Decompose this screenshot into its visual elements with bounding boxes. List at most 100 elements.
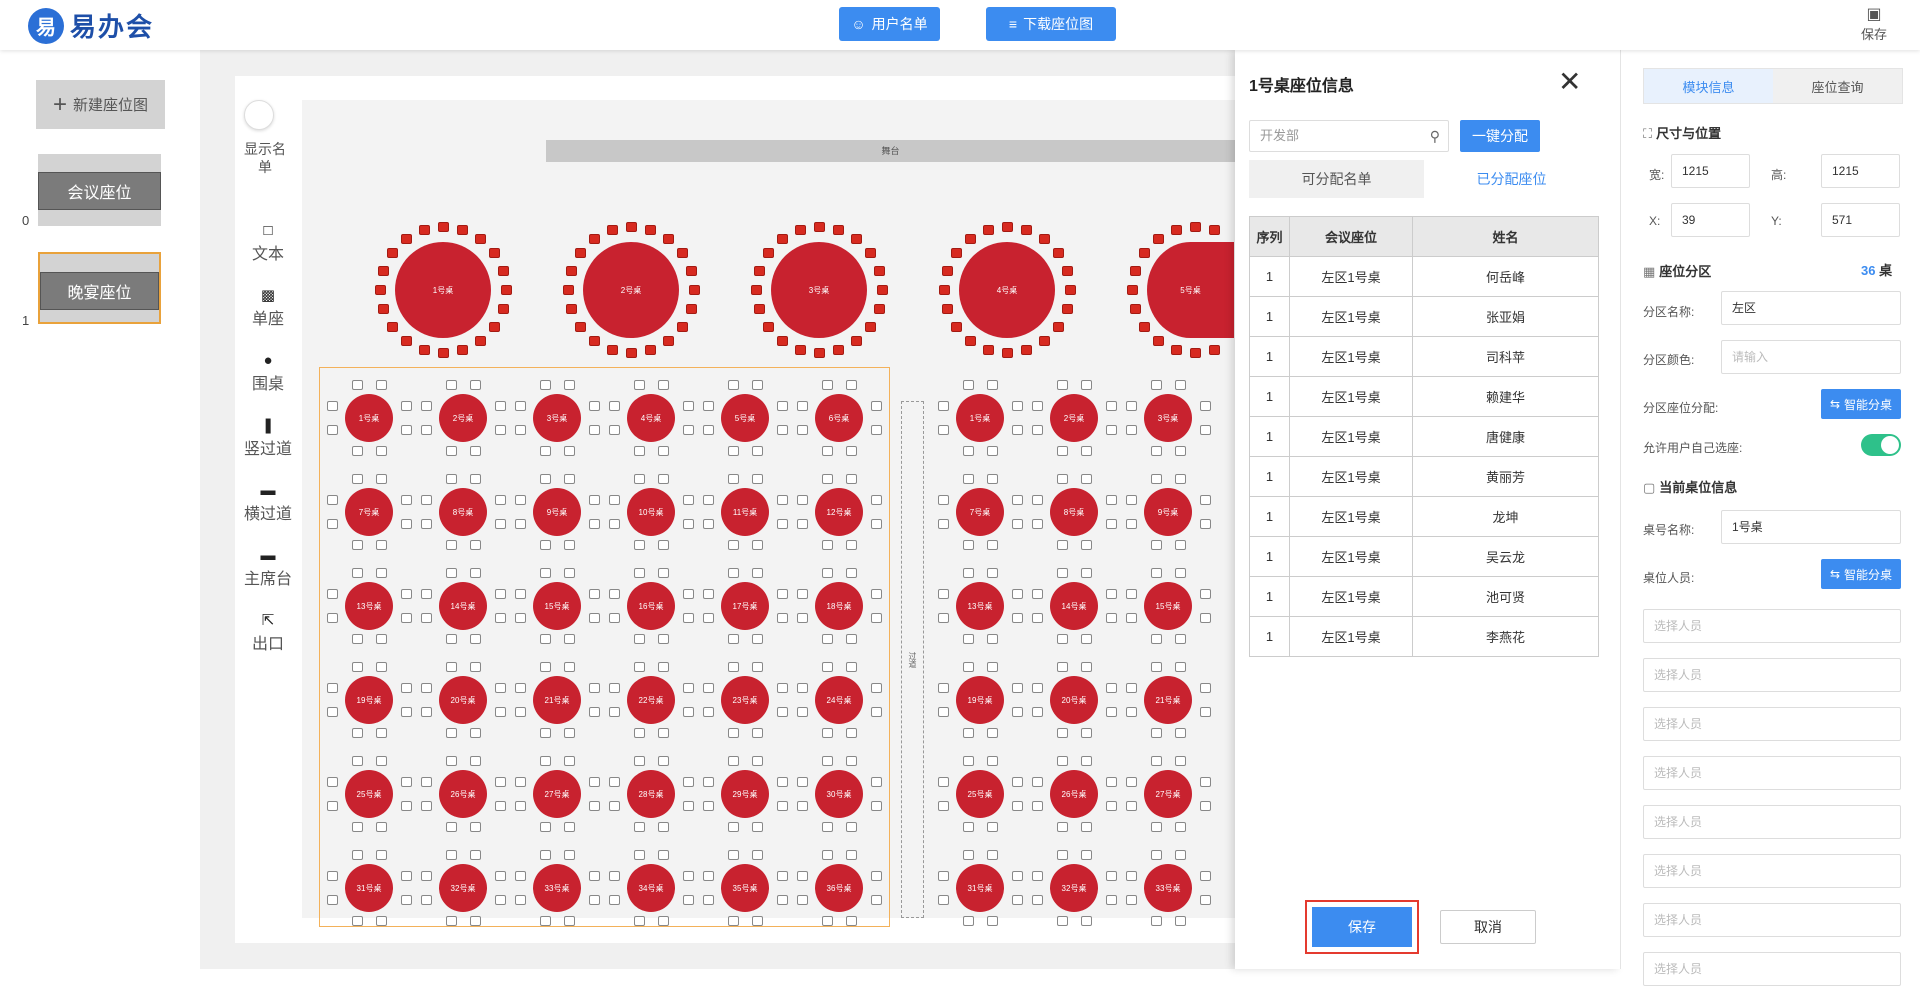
chair[interactable] — [873, 304, 885, 315]
chair[interactable] — [327, 895, 338, 905]
chair[interactable] — [938, 495, 949, 505]
chair[interactable] — [987, 850, 998, 860]
chair[interactable] — [797, 801, 808, 811]
chair[interactable] — [1126, 895, 1137, 905]
chair[interactable] — [634, 540, 645, 550]
chair[interactable] — [470, 662, 481, 672]
chair[interactable] — [689, 285, 700, 295]
chair[interactable] — [728, 634, 739, 644]
chair[interactable] — [352, 568, 363, 578]
chair[interactable] — [685, 304, 697, 315]
round-table[interactable]: 2号桌 — [1050, 394, 1098, 442]
chair[interactable] — [589, 401, 600, 411]
chair[interactable] — [1130, 265, 1142, 276]
chair[interactable] — [658, 634, 669, 644]
round-table[interactable]: 18号桌 — [815, 582, 863, 630]
chair[interactable] — [1106, 589, 1117, 599]
chair[interactable] — [352, 756, 363, 766]
chair[interactable] — [658, 850, 669, 860]
y-input[interactable]: 571 — [1821, 203, 1900, 237]
table-name-input[interactable]: 1号桌 — [1721, 510, 1901, 544]
chair[interactable] — [703, 519, 714, 529]
chair[interactable] — [515, 401, 526, 411]
table-smart-assign-button[interactable]: ⇆ 智能分桌 — [1821, 559, 1901, 589]
chair[interactable] — [871, 895, 882, 905]
chair[interactable] — [470, 568, 481, 578]
round-table[interactable]: 19号桌 — [345, 676, 393, 724]
chair[interactable] — [418, 344, 430, 355]
chair[interactable] — [609, 519, 620, 529]
chair[interactable] — [634, 850, 645, 860]
chair[interactable] — [833, 344, 845, 355]
chair[interactable] — [540, 662, 551, 672]
chair[interactable] — [634, 446, 645, 456]
chair[interactable] — [564, 662, 575, 672]
chair[interactable] — [401, 425, 412, 435]
chair[interactable] — [352, 662, 363, 672]
chair[interactable] — [1175, 380, 1186, 390]
chair[interactable] — [1106, 495, 1117, 505]
chair[interactable] — [421, 425, 432, 435]
chair[interactable] — [575, 322, 587, 333]
chair[interactable] — [634, 474, 645, 484]
chair[interactable] — [645, 225, 657, 236]
chair[interactable] — [564, 540, 575, 550]
chair[interactable] — [1175, 540, 1186, 550]
chair[interactable] — [421, 895, 432, 905]
chair[interactable] — [421, 707, 432, 717]
chair[interactable] — [589, 425, 600, 435]
chair[interactable] — [822, 380, 833, 390]
chair[interactable] — [683, 613, 694, 623]
chair[interactable] — [871, 589, 882, 599]
chair[interactable] — [606, 225, 618, 236]
chair[interactable] — [1002, 348, 1013, 358]
chair[interactable] — [658, 380, 669, 390]
chair[interactable] — [1126, 519, 1137, 529]
round-table[interactable]: 31号桌 — [345, 864, 393, 912]
chair[interactable] — [797, 613, 808, 623]
chair[interactable] — [609, 401, 620, 411]
chair[interactable] — [1152, 335, 1164, 346]
chair[interactable] — [871, 777, 882, 787]
chair[interactable] — [1052, 247, 1064, 258]
chair[interactable] — [1175, 728, 1186, 738]
person-select[interactable]: 选择人员 — [1643, 854, 1901, 888]
round-table[interactable]: 23号桌 — [721, 676, 769, 724]
chair[interactable] — [846, 728, 857, 738]
chair[interactable] — [421, 495, 432, 505]
person-select[interactable]: 选择人员 — [1643, 707, 1901, 741]
department-search-input[interactable]: 开发部 ⚲ — [1249, 120, 1449, 152]
tool-podium[interactable]: ▬ 主席台 — [240, 547, 296, 589]
chair[interactable] — [588, 234, 600, 245]
chair[interactable] — [589, 895, 600, 905]
chair[interactable] — [871, 613, 882, 623]
chair[interactable] — [777, 613, 788, 623]
chair[interactable] — [658, 728, 669, 738]
chair[interactable] — [540, 380, 551, 390]
chair[interactable] — [963, 540, 974, 550]
chair[interactable] — [777, 589, 788, 599]
round-table[interactable]: 3号桌 — [1144, 394, 1192, 442]
chair[interactable] — [376, 446, 387, 456]
round-table[interactable]: 6号桌 — [815, 394, 863, 442]
chair[interactable] — [851, 234, 863, 245]
chair[interactable] — [683, 777, 694, 787]
chair[interactable] — [589, 801, 600, 811]
chair[interactable] — [1032, 871, 1043, 881]
round-table[interactable]: 13号桌 — [345, 582, 393, 630]
chair[interactable] — [470, 822, 481, 832]
chair[interactable] — [609, 683, 620, 693]
chair[interactable] — [1012, 495, 1023, 505]
chair[interactable] — [658, 568, 669, 578]
round-table[interactable]: 27号桌 — [533, 770, 581, 818]
logo[interactable]: 易 易办会 — [28, 7, 154, 44]
chair[interactable] — [871, 425, 882, 435]
chair[interactable] — [797, 401, 808, 411]
chair[interactable] — [1175, 756, 1186, 766]
chair[interactable] — [1081, 380, 1092, 390]
chair[interactable] — [797, 589, 808, 599]
chair[interactable] — [564, 446, 575, 456]
chair[interactable] — [1012, 589, 1023, 599]
chair[interactable] — [327, 495, 338, 505]
chair[interactable] — [822, 822, 833, 832]
